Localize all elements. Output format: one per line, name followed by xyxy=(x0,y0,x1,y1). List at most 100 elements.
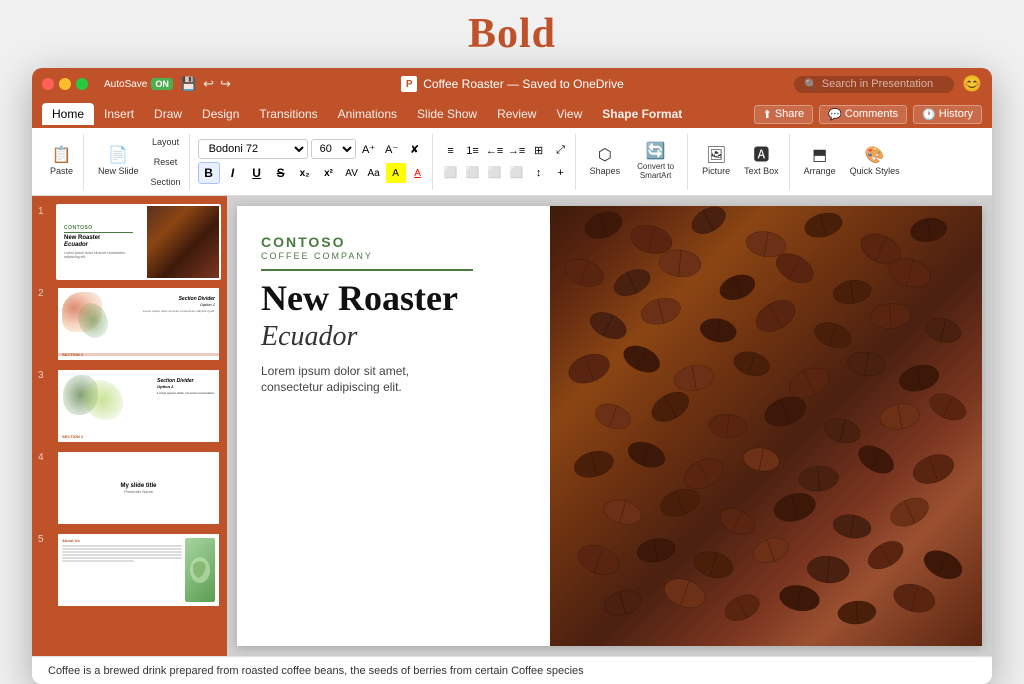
reset-button[interactable]: Reset xyxy=(147,153,185,171)
font-controls: Bodoni 72 60 A⁺ A⁻ ✘ B I U S x₂ x² AV xyxy=(198,139,428,184)
tab-view[interactable]: View xyxy=(546,103,592,125)
comments-button[interactable]: 💬 Comments xyxy=(819,105,907,124)
paste-button[interactable]: 📋 Paste xyxy=(44,144,79,180)
font-color-button[interactable]: A xyxy=(408,163,428,183)
section-button[interactable]: Section xyxy=(147,173,185,191)
align-left-button[interactable]: ⬜ xyxy=(441,163,461,183)
doc-title: Coffee Roaster — Saved to OneDrive xyxy=(423,77,624,91)
search-box[interactable]: 🔍 xyxy=(794,76,954,93)
arrange-button[interactable]: ⬒ Arrange xyxy=(798,144,842,180)
add-column-button[interactable]: + xyxy=(551,163,571,183)
slides-group: 📄 New Slide Layout Reset Section xyxy=(88,134,190,190)
align-right-button[interactable]: ⬜ xyxy=(485,163,505,183)
bottom-text: Coffee is a brewed drink prepared from r… xyxy=(48,665,584,677)
close-button[interactable] xyxy=(42,78,54,90)
font-row: Bodoni 72 60 A⁺ A⁻ ✘ xyxy=(198,139,428,159)
maximize-button[interactable] xyxy=(76,78,88,90)
s1-coffee-image xyxy=(147,206,219,278)
shapes-button[interactable]: ⬡ Shapes xyxy=(584,144,627,180)
decrease-font-button[interactable]: A⁻ xyxy=(382,139,402,159)
font-size-selector[interactable]: 60 xyxy=(311,139,356,159)
ribbon-right: ⬆ Share 💬 Comments 🕐 History xyxy=(754,105,982,124)
history-icon: 🕐 xyxy=(922,108,936,121)
tab-review[interactable]: Review xyxy=(487,103,546,125)
clear-format-button[interactable]: ✘ xyxy=(405,139,425,159)
tab-insert[interactable]: Insert xyxy=(94,103,144,125)
font-spacing-button[interactable]: AV xyxy=(342,163,362,183)
slide-thumb-5[interactable]: About Us xyxy=(56,532,221,608)
line-spacing-button[interactable]: ↕ xyxy=(529,163,549,183)
autosave-label: AutoSave xyxy=(104,79,147,90)
autosave-badge[interactable]: ON xyxy=(151,78,173,90)
ribbon-toolbar: 📋 Paste 📄 New Slide Layout Reset Section xyxy=(32,128,992,196)
increase-font-button[interactable]: A⁺ xyxy=(359,139,379,159)
convert-smartart-button[interactable]: 🔄 Convert to SmartArt xyxy=(628,140,683,184)
autosave-area: AutoSave ON xyxy=(104,78,173,90)
s1-title: New RoasterEcuador xyxy=(64,235,141,249)
slide-item-1[interactable]: 1 CONTOSO New RoasterEcuador Lorem ipsum… xyxy=(38,204,221,280)
arrange-icon: ⬒ xyxy=(812,148,827,164)
tab-design[interactable]: Design xyxy=(192,103,249,125)
align-center-button[interactable]: ⬜ xyxy=(463,163,483,183)
slide-thumb-3[interactable]: Section Divider Option 2 Lorem ipsum dol… xyxy=(56,368,221,444)
slide-item-3[interactable]: 3 Section Divider Option 2 Lorem ipsum d… xyxy=(38,368,221,444)
s5-map xyxy=(185,538,215,602)
redo-icon[interactable]: ↪ xyxy=(220,76,231,92)
s5-about-label: About Us xyxy=(62,538,182,543)
s2-brand: SECTION 1 xyxy=(62,352,83,357)
change-case-button[interactable]: Aa xyxy=(364,163,384,183)
text-direction-button[interactable]: ⤢ xyxy=(551,141,571,161)
tab-draw[interactable]: Draw xyxy=(144,103,192,125)
search-input[interactable] xyxy=(822,78,944,90)
italic-button[interactable]: I xyxy=(222,162,244,184)
slide-item-4[interactable]: 4 My slide title Presenter Name xyxy=(38,450,221,526)
bullets-button[interactable]: ≡ xyxy=(441,141,461,161)
slide-item-5[interactable]: 5 About Us xyxy=(38,532,221,608)
tab-animations[interactable]: Animations xyxy=(328,103,407,125)
bold-button[interactable]: B xyxy=(198,162,220,184)
decrease-indent-button[interactable]: ←≡ xyxy=(485,141,505,161)
columns-button[interactable]: ⊞ xyxy=(529,141,549,161)
slide-number-5: 5 xyxy=(38,532,52,545)
share-button[interactable]: ⬆ Share xyxy=(754,105,814,124)
slide-number-2: 2 xyxy=(38,286,52,299)
slide-canvas: CONTOSO COFFEE COMPANY New Roaster Ecuad… xyxy=(227,196,992,656)
new-slide-button[interactable]: 📄 New Slide xyxy=(92,144,145,180)
save-icon[interactable]: 💾 xyxy=(181,76,197,92)
slide-thumb-4[interactable]: My slide title Presenter Name xyxy=(56,450,221,526)
ribbon-tabs: Home Insert Draw Design Transitions Anim… xyxy=(32,100,992,128)
undo-icon[interactable]: ↩ xyxy=(203,76,214,92)
superscript-button[interactable]: x² xyxy=(318,162,340,184)
slide-thumb-2[interactable]: Section Divider Option 1 Lorem ipsum dol… xyxy=(56,286,221,362)
picture-button[interactable]: 🖼 Picture xyxy=(696,144,736,180)
increase-indent-button[interactable]: →≡ xyxy=(507,141,527,161)
main-slide[interactable]: CONTOSO COFFEE COMPANY New Roaster Ecuad… xyxy=(237,206,982,646)
tab-home[interactable]: Home xyxy=(42,103,94,125)
highlight-button[interactable]: A xyxy=(386,163,406,183)
slide-thumb-1[interactable]: CONTOSO New RoasterEcuador Lorem ipsum d… xyxy=(56,204,221,280)
section-label: Section xyxy=(151,177,181,187)
slide-item-2[interactable]: 2 Section Divider Option 1 Lorem ipsum d… xyxy=(38,286,221,362)
numbering-button[interactable]: 1≡ xyxy=(463,141,483,161)
tab-shape-format[interactable]: Shape Format xyxy=(592,103,692,125)
new-slide-icon: 📄 xyxy=(108,148,128,164)
quick-styles-button[interactable]: 🎨 Quick Styles xyxy=(844,144,906,180)
tab-transitions[interactable]: Transitions xyxy=(249,103,327,125)
underline-button[interactable]: U xyxy=(246,162,268,184)
tab-slideshow[interactable]: Slide Show xyxy=(407,103,487,125)
history-button[interactable]: 🕐 History xyxy=(913,105,982,124)
s1-contoso: CONTOSO xyxy=(64,225,141,231)
minimize-button[interactable] xyxy=(59,78,71,90)
subscript-button[interactable]: x₂ xyxy=(294,162,316,184)
search-icon: 🔍 xyxy=(804,78,818,91)
justify-button[interactable]: ⬜ xyxy=(507,163,527,183)
slide-left-content: CONTOSO COFFEE COMPANY New Roaster Ecuad… xyxy=(237,206,550,646)
textbox-button[interactable]: 🅰 Text Box xyxy=(738,144,785,180)
titlebar-icons: 💾 ↩ ↪ xyxy=(181,76,231,92)
arrange-group: ⬒ Arrange 🎨 Quick Styles xyxy=(794,134,910,190)
slide-body-text: Lorem ipsum dolor sit amet, consectetur … xyxy=(261,363,526,397)
font-selector[interactable]: Bodoni 72 xyxy=(198,139,308,159)
layout-button[interactable]: Layout xyxy=(147,133,185,151)
title-bar-center: P Coffee Roaster — Saved to OneDrive xyxy=(239,76,786,92)
strikethrough-button[interactable]: S xyxy=(270,162,292,184)
